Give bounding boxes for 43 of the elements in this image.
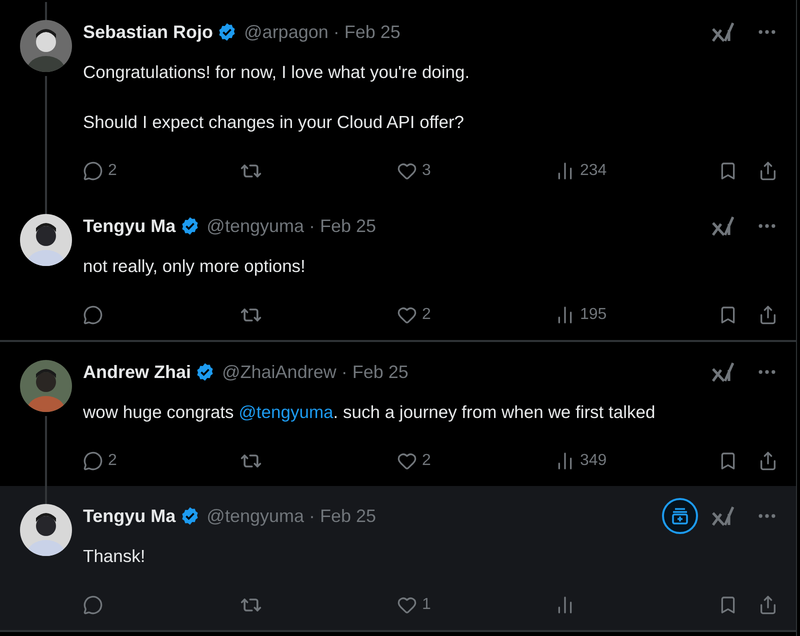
reply-button[interactable]: 2 [83, 451, 117, 471]
like-button[interactable]: 3 [397, 161, 431, 181]
reply-button[interactable] [83, 595, 103, 615]
post-text: Thansk! [83, 545, 146, 568]
handle-and-date: @tengyuma · Feb 25 [206, 216, 376, 236]
speech-bubble-icon [83, 161, 103, 181]
post-text: Congratulations! for now, I love what you're doing. [83, 61, 471, 84]
speech-bubble-icon [83, 305, 103, 325]
reply-button[interactable] [83, 305, 103, 325]
author-name[interactable]: Sebastian Rojo [83, 22, 214, 42]
share-icon[interactable] [758, 451, 778, 471]
like-button[interactable]: 2 [397, 305, 431, 325]
views-button[interactable]: 234 [555, 161, 607, 181]
share-icon[interactable] [758, 305, 778, 325]
views-button[interactable]: 195 [555, 305, 607, 325]
slash-logo-icon[interactable] [712, 216, 734, 236]
speech-bubble-icon [83, 451, 103, 471]
author-name[interactable]: Tengyu Ma [83, 506, 176, 526]
slash-logo-icon[interactable] [712, 506, 734, 526]
share-icon[interactable] [758, 595, 778, 615]
heart-icon [397, 305, 417, 325]
speech-bubble-icon [83, 595, 103, 615]
heart-icon [397, 595, 417, 615]
share-icon[interactable] [758, 161, 778, 181]
heart-icon [397, 161, 417, 181]
plus-square-icon [671, 507, 689, 525]
like-button[interactable]: 2 [397, 451, 431, 471]
author-name[interactable]: Andrew Zhai [83, 362, 192, 382]
slash-logo-icon[interactable] [712, 22, 734, 42]
post-text: wow huge congrats @tengyuma. such a journey from when we first talked [83, 401, 656, 424]
heart-icon [397, 451, 417, 471]
mention-link[interactable]: @tengyuma [238, 402, 334, 422]
post-text: not really, only more options! [83, 255, 306, 278]
author-name[interactable]: Tengyu Ma [83, 216, 176, 236]
views-button[interactable]: 349 [555, 451, 607, 471]
handle-and-date: @arpagon · Feb 25 [244, 22, 400, 42]
handle-and-date: @ZhaiAndrew · Feb 25 [222, 362, 408, 382]
add-button[interactable] [662, 498, 698, 534]
reply-button[interactable]: 2 [83, 161, 117, 181]
post-text: Should I expect changes in your Cloud API offer? [83, 111, 466, 134]
like-button[interactable]: 1 [397, 595, 431, 615]
slash-logo-icon[interactable] [712, 362, 734, 382]
handle-and-date: @tengyuma · Feb 25 [206, 506, 376, 526]
